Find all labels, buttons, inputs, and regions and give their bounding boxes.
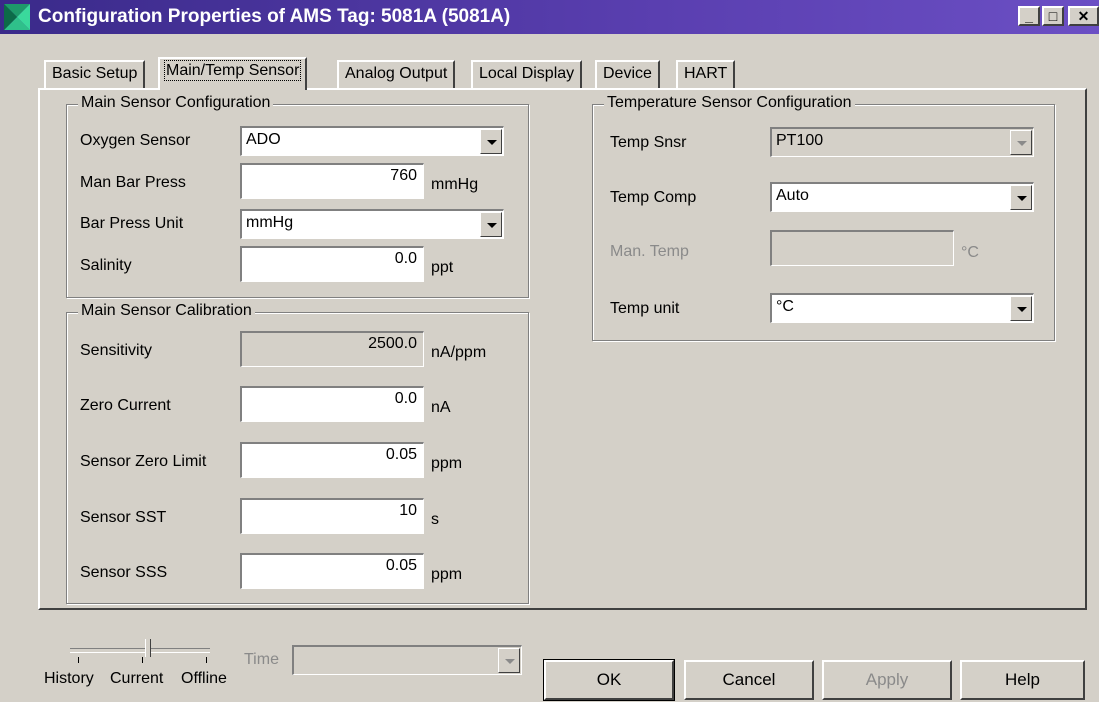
temp-unit-select[interactable]: °C (770, 293, 1034, 323)
oxygen-sensor-label: Oxygen Sensor (80, 132, 191, 149)
chevron-down-icon (487, 223, 497, 228)
apply-button[interactable]: Apply (822, 660, 952, 700)
tab-label: Basic Setup (52, 65, 138, 82)
slider-label-offline: Offline (181, 670, 227, 687)
salinity-field[interactable]: 0.0 (240, 246, 424, 282)
data-source-slider-track[interactable] (70, 648, 210, 653)
temp-snsr-label: Temp Snsr (610, 134, 687, 151)
sensor-sss-label: Sensor SSS (80, 564, 168, 581)
zero-current-unit: nA (431, 399, 451, 416)
tab-label: Main/Temp Sensor (163, 60, 302, 81)
salinity-unit: ppt (431, 259, 454, 276)
slider-label-current: Current (110, 670, 164, 687)
sensor-zero-limit-label: Sensor Zero Limit (80, 453, 207, 470)
sensitivity-field: 2500.0 (240, 331, 424, 367)
man-temp-unit: °C (961, 244, 979, 261)
man-bar-press-field[interactable]: 760 (240, 163, 424, 199)
slider-tick (206, 657, 207, 663)
sensitivity-unit: nA/ppm (431, 344, 487, 361)
chevron-down-icon (1017, 196, 1027, 201)
sensor-zero-limit-unit: ppm (431, 455, 463, 472)
tab-label: Device (603, 65, 652, 82)
slider-tick (78, 657, 79, 663)
zero-current-label: Zero Current (80, 397, 171, 414)
data-source-slider-thumb[interactable] (145, 639, 151, 657)
dropdown-button[interactable] (1010, 296, 1032, 321)
chevron-down-icon (1017, 307, 1027, 312)
minimize-icon: _ (1025, 8, 1033, 24)
temp-snsr-select: PT100 (770, 127, 1034, 157)
sensitivity-label: Sensitivity (80, 342, 153, 359)
temp-comp-value: Auto (776, 187, 809, 204)
man-temp-label: Man. Temp (610, 243, 689, 260)
bar-press-unit-value: mmHg (246, 214, 294, 231)
oxygen-sensor-value: ADO (246, 131, 281, 148)
dropdown-button (498, 648, 520, 673)
bar-press-unit-label: Bar Press Unit (80, 215, 184, 232)
maximize-button[interactable]: □ (1042, 6, 1064, 26)
salinity-label: Salinity (80, 257, 132, 274)
temp-sensor-config-legend: Temperature Sensor Configuration (604, 94, 855, 112)
dropdown-button[interactable] (480, 212, 502, 237)
temp-unit-value: °C (776, 298, 794, 315)
close-icon: ✕ (1077, 8, 1090, 24)
sensor-sst-unit: s (431, 511, 439, 528)
minimize-button[interactable]: _ (1018, 6, 1040, 26)
slider-label-history: History (44, 670, 94, 687)
sensor-sst-label: Sensor SST (80, 509, 167, 526)
help-button[interactable]: Help (960, 660, 1085, 700)
tab-analog-output[interactable]: Analog Output (337, 60, 456, 88)
tab-hart[interactable]: HART (676, 60, 736, 88)
tab-label: Local Display (479, 65, 575, 82)
zero-current-field[interactable]: 0.0 (240, 386, 424, 422)
maximize-icon: □ (1048, 8, 1058, 24)
close-button[interactable]: ✕ (1068, 6, 1099, 26)
ok-button[interactable]: OK (543, 659, 675, 701)
ams-app-icon (4, 4, 30, 30)
time-select (292, 645, 522, 675)
tab-basic-setup[interactable]: Basic Setup (44, 60, 146, 88)
man-bar-press-label: Man Bar Press (80, 174, 186, 191)
window-title: Configuration Properties of AMS Tag: 508… (38, 6, 511, 27)
tab-label: Analog Output (345, 65, 448, 82)
temp-snsr-value: PT100 (776, 132, 824, 149)
sensor-sss-field[interactable]: 0.05 (240, 553, 424, 589)
temp-comp-select[interactable]: Auto (770, 182, 1034, 212)
temp-comp-label: Temp Comp (610, 189, 697, 206)
time-label: Time (244, 651, 279, 668)
slider-tick (142, 657, 143, 663)
chevron-down-icon (487, 140, 497, 145)
cancel-button[interactable]: Cancel (684, 660, 814, 700)
sensor-sst-field[interactable]: 10 (240, 498, 424, 534)
bar-press-unit-select[interactable]: mmHg (240, 209, 504, 239)
chevron-down-icon (505, 659, 515, 664)
dropdown-button (1010, 130, 1032, 155)
temp-unit-label: Temp unit (610, 300, 680, 317)
chevron-down-icon (1017, 141, 1027, 146)
tab-main-temp-sensor[interactable]: Main/Temp Sensor (158, 57, 308, 90)
tab-device[interactable]: Device (595, 60, 660, 88)
tab-local-display[interactable]: Local Display (471, 60, 583, 88)
man-temp-field (770, 230, 954, 266)
sensor-sss-unit: ppm (431, 566, 463, 583)
tab-label: HART (684, 65, 728, 82)
title-bar[interactable]: Configuration Properties of AMS Tag: 508… (0, 0, 1099, 34)
oxygen-sensor-select[interactable]: ADO (240, 126, 504, 156)
main-sensor-config-legend: Main Sensor Configuration (78, 94, 274, 112)
man-bar-press-unit: mmHg (431, 176, 479, 193)
dropdown-button[interactable] (1010, 185, 1032, 210)
dropdown-button[interactable] (480, 129, 502, 154)
sensor-zero-limit-field[interactable]: 0.05 (240, 442, 424, 478)
main-sensor-calib-legend: Main Sensor Calibration (78, 302, 255, 320)
